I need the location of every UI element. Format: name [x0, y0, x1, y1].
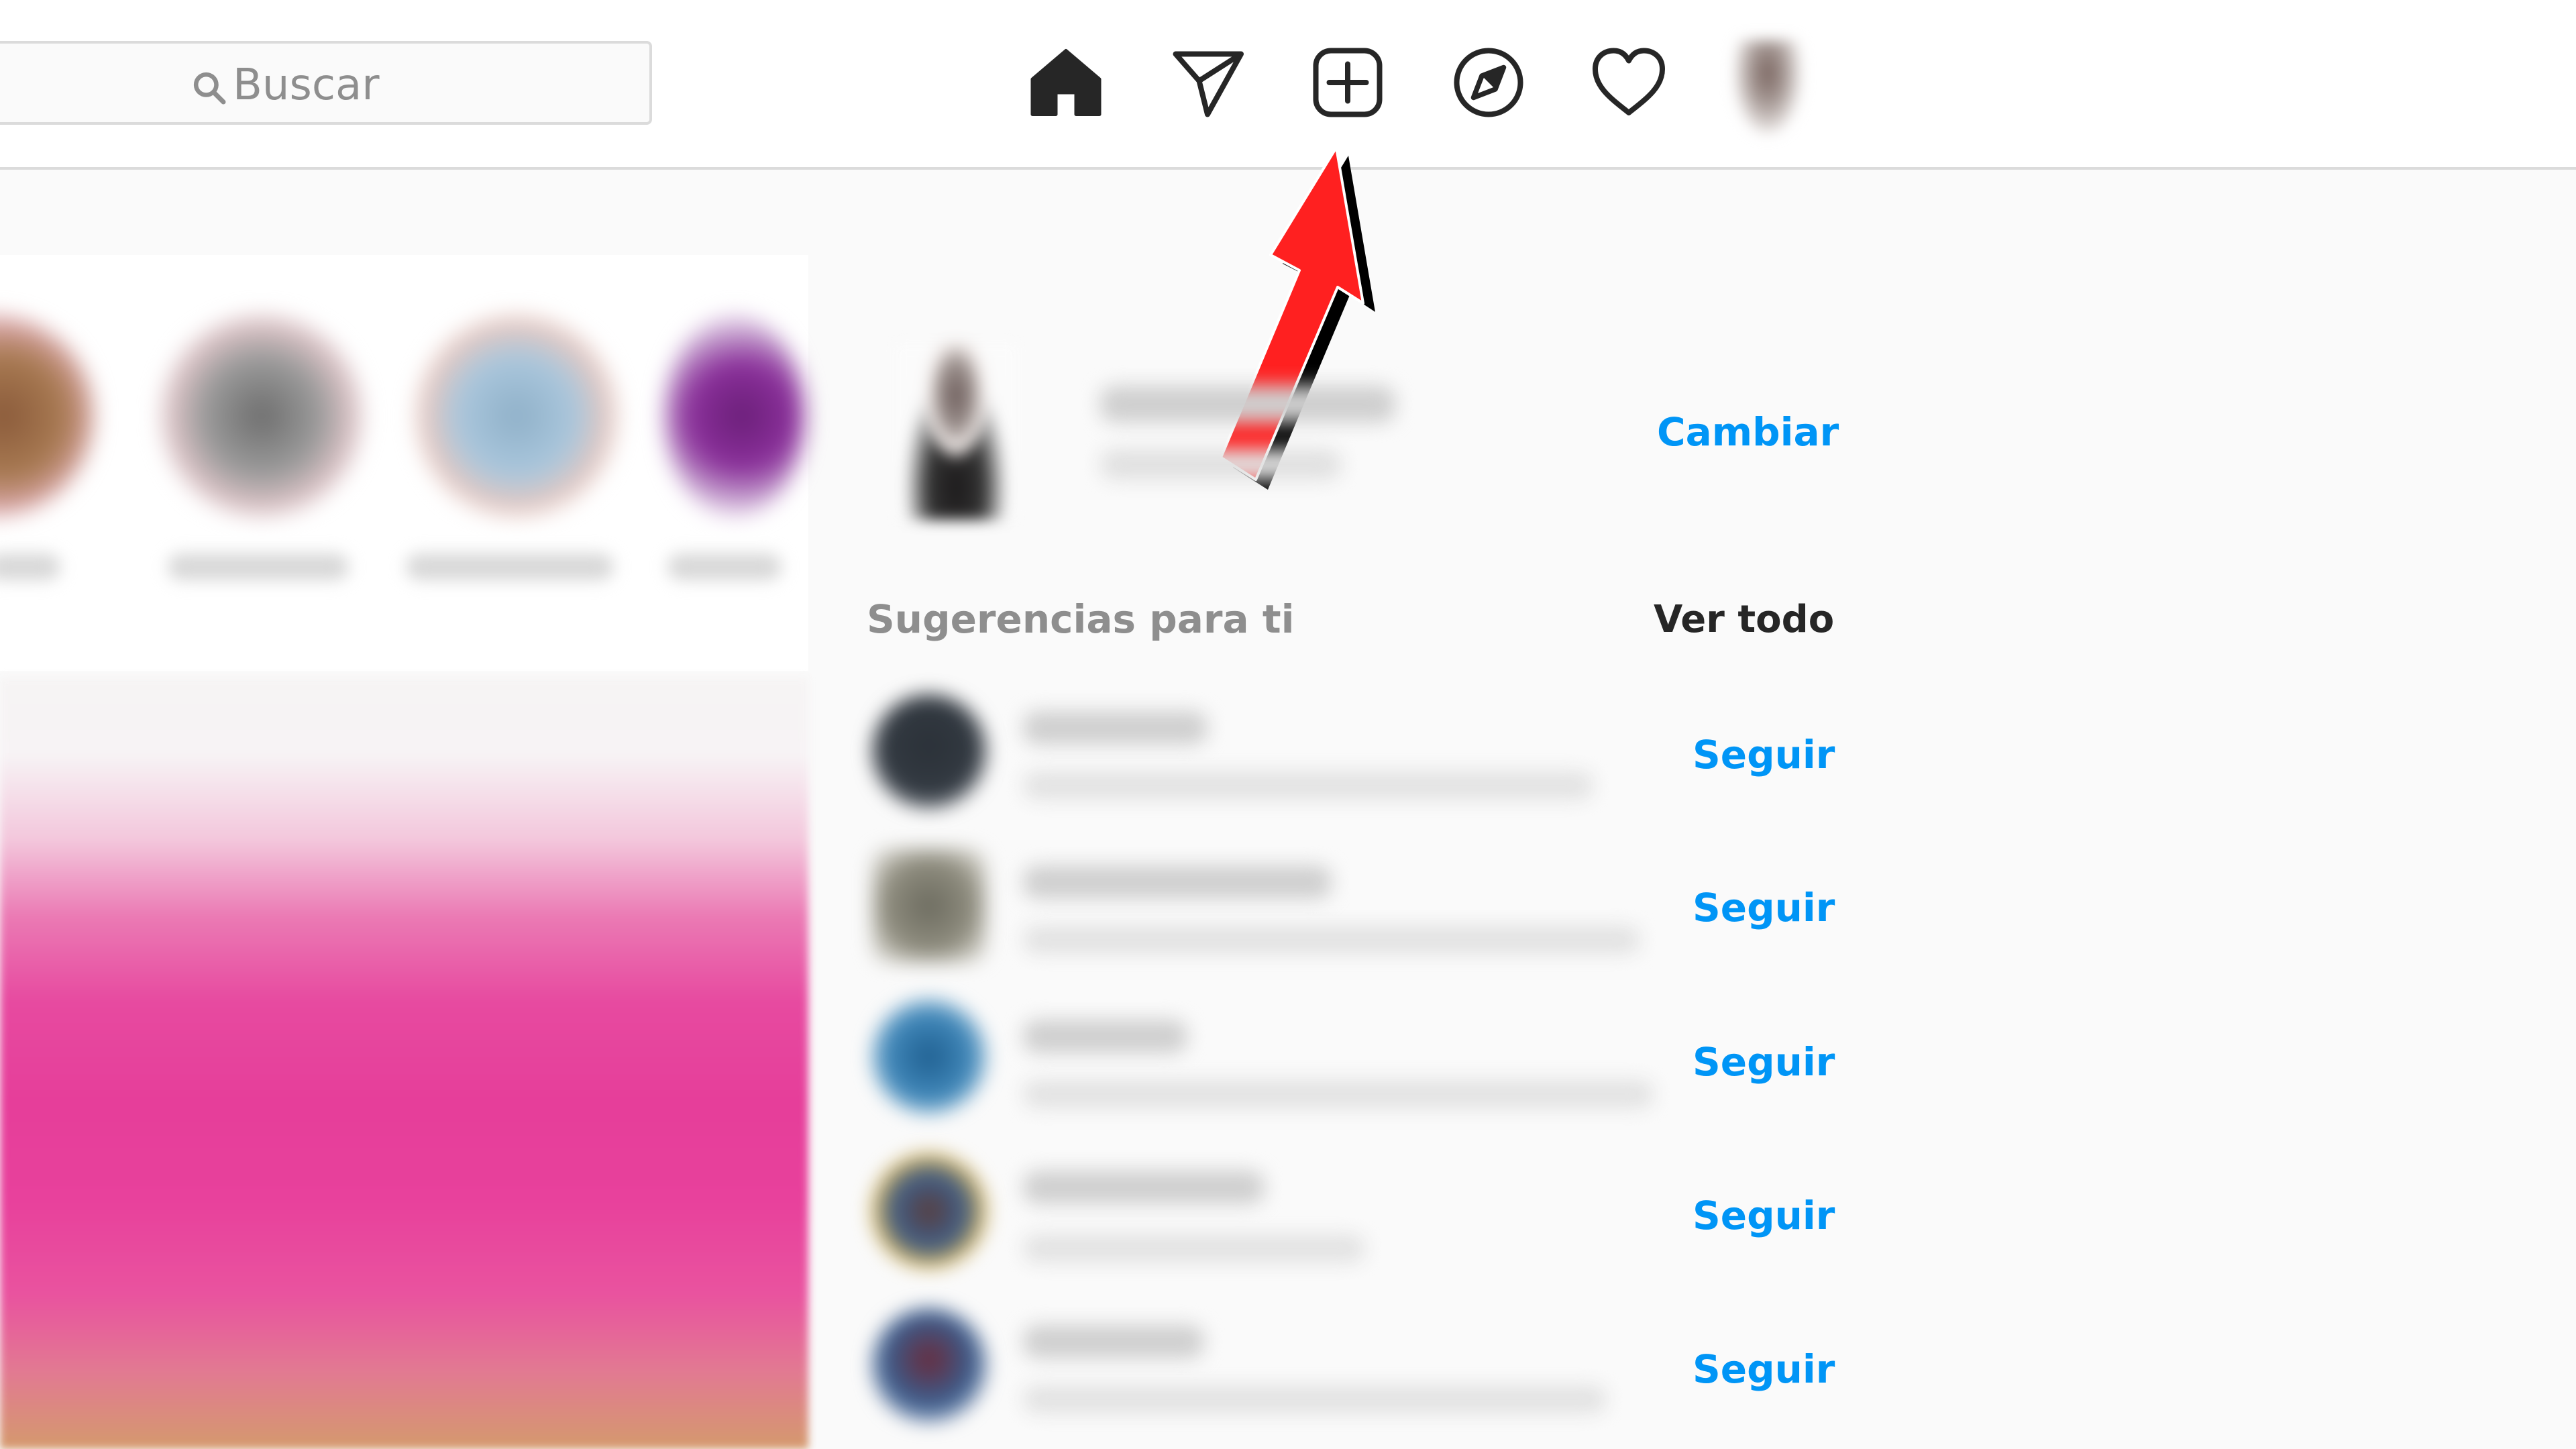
home-icon: [1030, 49, 1102, 116]
suggestion-username: [1023, 1325, 1204, 1358]
story-avatar[interactable]: [664, 315, 805, 517]
switch-account-link[interactable]: Cambiar: [1657, 407, 1839, 458]
feed-post-image[interactable]: [0, 678, 808, 1449]
new-post-icon: [1313, 48, 1383, 117]
suggestion-avatar[interactable]: [872, 1154, 986, 1268]
suggestions-title: Sugerencias para ti: [867, 596, 1295, 642]
heart-icon: [1593, 48, 1665, 115]
current-user-fullname: [1100, 449, 1342, 480]
story-username: [667, 553, 782, 580]
suggestion-subtitle: [1023, 1080, 1654, 1108]
direct-messages-button[interactable]: [1167, 42, 1248, 123]
top-navigation-bar: Buscar: [0, 0, 2576, 170]
search-placeholder: Buscar: [233, 60, 380, 110]
suggestion-subtitle: [1023, 1234, 1365, 1263]
annotation-arrow: [1167, 141, 1409, 503]
explore-button[interactable]: [1448, 42, 1529, 123]
follow-button[interactable]: Seguir: [1693, 882, 1835, 933]
suggestion-username: [1023, 1020, 1187, 1053]
red-arrow-icon: [1220, 146, 1375, 490]
suggestion-subtitle: [1023, 1385, 1607, 1413]
suggestion-avatar[interactable]: [872, 1308, 986, 1422]
follow-button[interactable]: Seguir: [1693, 729, 1835, 780]
search-box[interactable]: Buscar: [0, 41, 652, 125]
follow-button[interactable]: Seguir: [1693, 1036, 1835, 1087]
story-username: [0, 553, 60, 580]
suggestion-subtitle: [1023, 771, 1593, 800]
profile-avatar[interactable]: [1734, 40, 1801, 134]
story-username: [406, 553, 614, 580]
suggestion-avatar[interactable]: [872, 849, 986, 963]
story-avatar[interactable]: [416, 315, 617, 517]
story-avatar[interactable]: [161, 315, 362, 517]
new-post-button[interactable]: [1307, 42, 1388, 123]
explore-icon: [1454, 48, 1523, 117]
search-icon: [193, 72, 226, 105]
see-all-link[interactable]: Ver todo: [1654, 596, 1834, 644]
suggestion-avatar[interactable]: [872, 1000, 986, 1114]
send-icon: [1173, 51, 1244, 117]
suggestion-username: [1023, 865, 1332, 899]
suggestion-username: [1023, 711, 1208, 745]
follow-button[interactable]: Seguir: [1693, 1190, 1835, 1241]
current-user-name: [1100, 386, 1395, 423]
suggestion-subtitle: [1023, 926, 1640, 954]
home-button[interactable]: [1026, 42, 1106, 123]
current-user-avatar[interactable]: [892, 342, 1020, 520]
suggestion-username: [1023, 1171, 1265, 1204]
activity-button[interactable]: [1589, 42, 1669, 123]
suggestion-avatar[interactable]: [872, 694, 986, 808]
follow-button[interactable]: Seguir: [1693, 1344, 1835, 1395]
story-username: [168, 553, 349, 580]
